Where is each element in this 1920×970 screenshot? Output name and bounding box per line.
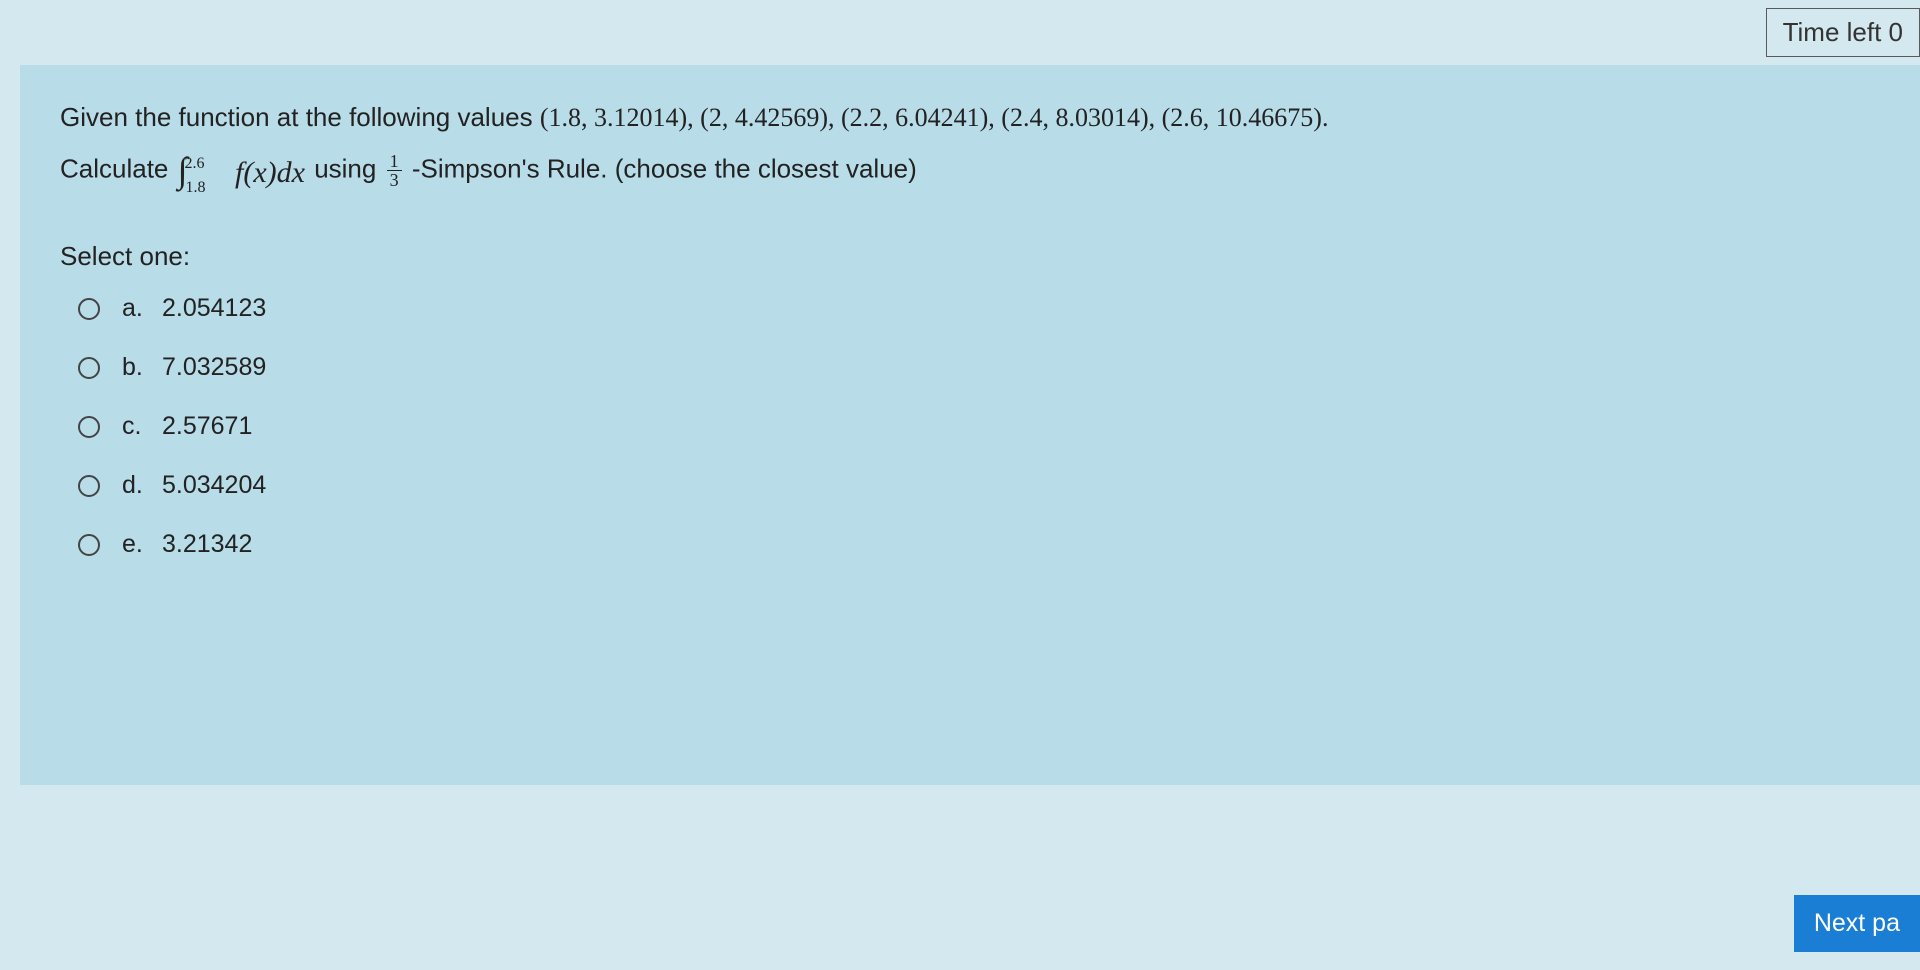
fraction-numerator: 1 xyxy=(387,152,402,171)
option-letter: e. xyxy=(122,530,162,559)
option-letter: d. xyxy=(122,471,162,500)
rule-suffix: -Simpson's Rule. (choose the closest val… xyxy=(412,154,917,184)
options-list: a. 2.054123 b. 7.032589 c. 2.57671 d. 5.… xyxy=(60,294,1880,559)
data-points: (1.8, 3.12014), (2, 4.42569), (2.2, 6.04… xyxy=(540,103,1329,132)
option-a[interactable]: a. 2.054123 xyxy=(78,294,1880,323)
radio-icon[interactable] xyxy=(78,298,100,320)
option-d[interactable]: d. 5.034204 xyxy=(78,471,1880,500)
integrand: f(x)dx xyxy=(235,156,305,189)
fraction: 1 3 xyxy=(387,152,402,189)
question-text: Given the function at the following valu… xyxy=(60,95,1880,201)
calculate-prefix: Calculate xyxy=(60,154,176,184)
option-letter: a. xyxy=(122,294,162,323)
radio-icon[interactable] xyxy=(78,534,100,556)
question-intro: Given the function at the following valu… xyxy=(60,102,540,132)
time-left-label: Time left 0 xyxy=(1783,17,1903,47)
option-value: 3.21342 xyxy=(162,530,252,559)
option-e[interactable]: e. 3.21342 xyxy=(78,530,1880,559)
option-value: 7.032589 xyxy=(162,353,266,382)
integral-expression: ∫2.61.8 f(x)dx xyxy=(178,140,305,201)
option-letter: b. xyxy=(122,353,162,382)
option-value: 2.054123 xyxy=(162,294,266,323)
fraction-denominator: 3 xyxy=(387,171,402,189)
radio-icon[interactable] xyxy=(78,357,100,379)
time-left-box: Time left 0 xyxy=(1766,8,1920,57)
option-value: 5.034204 xyxy=(162,471,266,500)
radio-icon[interactable] xyxy=(78,475,100,497)
next-page-button[interactable]: Next pa xyxy=(1794,895,1920,952)
option-b[interactable]: b. 7.032589 xyxy=(78,353,1880,382)
option-letter: c. xyxy=(122,412,162,441)
question-panel: Given the function at the following valu… xyxy=(20,65,1920,785)
integral-upper: 2.6 xyxy=(185,155,205,172)
integral-lower: 1.8 xyxy=(186,179,206,196)
option-value: 2.57671 xyxy=(162,412,252,441)
option-c[interactable]: c. 2.57671 xyxy=(78,412,1880,441)
using-text: using xyxy=(314,154,383,184)
select-one-label: Select one: xyxy=(60,241,1880,272)
radio-icon[interactable] xyxy=(78,416,100,438)
